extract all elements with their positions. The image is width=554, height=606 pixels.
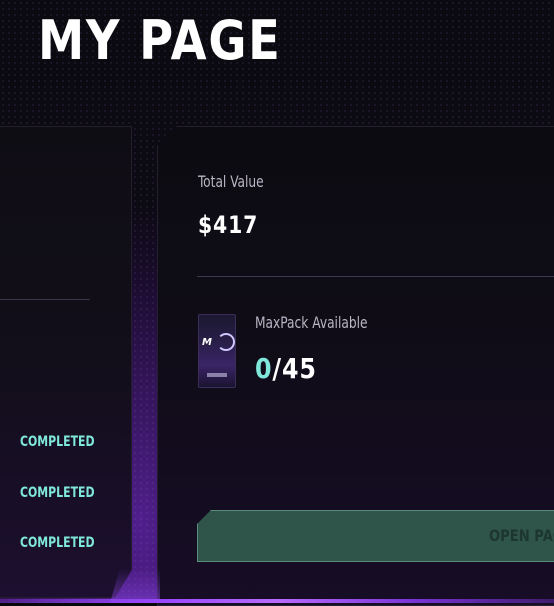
maxpack-available-label: MaxPack Available [255, 313, 368, 332]
open-pack-button[interactable]: OPEN PACK [197, 510, 554, 562]
total-value-amount: $417 [198, 211, 259, 239]
maxpack-total-count: 45 [281, 352, 317, 385]
maxpack-count: 0/45 [255, 352, 317, 385]
missions-panel [0, 126, 132, 598]
maxpack-footer-mark [207, 373, 227, 377]
missions-divider [0, 299, 90, 300]
maxpack-logo-icon: M [202, 337, 212, 348]
maxpack-available-count: 0 [255, 352, 273, 385]
summary-divider [197, 276, 554, 277]
bottom-glow-line [0, 599, 554, 603]
maxpack-card-icon: M [198, 314, 236, 388]
maxpack-swoosh-icon [217, 333, 235, 351]
mission-status-badge: COMPLETED [20, 485, 95, 501]
mission-status-badge: COMPLETED [20, 434, 95, 450]
total-value-label: Total Value [198, 172, 264, 191]
open-pack-button-label: OPEN PACK [489, 526, 554, 545]
page-title: MY PAGE [38, 9, 282, 72]
maxpack-count-separator: / [272, 352, 282, 385]
mission-status-badge: COMPLETED [20, 535, 95, 551]
